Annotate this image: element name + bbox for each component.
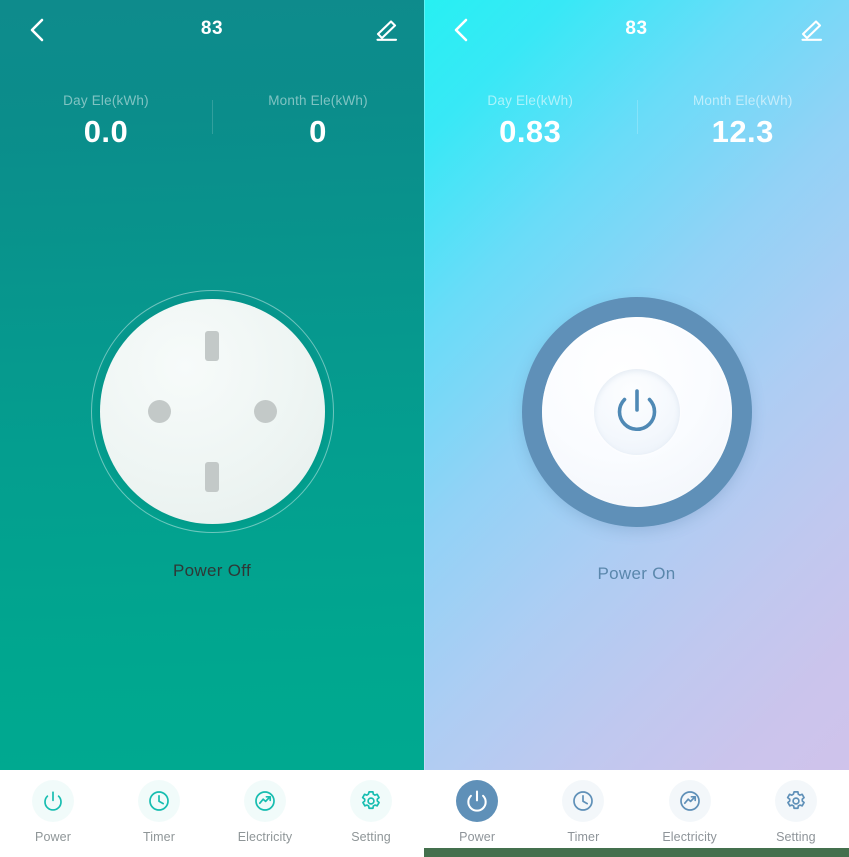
socket-pin-bottom-icon [205,462,219,492]
nav-label-setting: Setting [351,830,391,844]
nav-label-electricity: Electricity [662,830,717,844]
socket-pin-right-icon [253,400,277,423]
knob-inner-disc [541,317,732,507]
nav-bubble-timer [138,780,180,822]
power-status-label: Power Off [173,561,251,580]
nav-item-electricity[interactable]: Electricity [637,780,743,844]
gear-icon [786,791,805,810]
stats-divider [636,100,638,134]
screen-power-on: 83 Day Ele(kWh) 0.83 Month Ele(kWh) 12.3 [424,0,849,857]
power-toggle-knob[interactable] [521,297,752,527]
stat-month-energy: Month Ele(kWh) 12.3 [637,92,849,154]
stat-label-day: Day Ele(kWh) [63,93,149,108]
nav-label-power: Power [459,830,496,844]
trend-arrow-circle-icon [255,791,275,811]
page-title: 83 [200,18,224,39]
gear-icon [361,791,380,810]
nav-label-timer: Timer [567,830,600,844]
screen-power-off: 83 Day Ele(kWh) 0.0 Month Ele(kWh) 0 Pow… [0,0,424,857]
nav-label-setting: Setting [776,830,816,844]
edit-device-button[interactable] [368,11,406,49]
nav-label-electricity: Electricity [237,830,293,844]
nav-item-setting[interactable]: Setting [318,780,424,844]
back-button[interactable] [442,11,480,49]
nav-bubble-power [32,780,74,822]
stat-value-month: 0 [309,114,327,149]
trend-arrow-circle-icon [679,791,700,811]
pencil-edit-icon [801,20,823,41]
stat-label-month: Month Ele(kWh) [268,93,368,108]
stat-day-energy: Day Ele(kWh) 0.83 [424,92,637,154]
chevron-left-icon [30,18,44,42]
nav-bubble-electricity [244,780,286,822]
nav-item-power[interactable]: Power [424,780,530,844]
energy-stats-on: Day Ele(kWh) 0.83 Month Ele(kWh) 12.3 [424,92,849,154]
nav-bubble-setting [774,780,817,822]
nav-bubble-setting [350,780,392,822]
power-socket-face-icon [99,299,325,524]
nav-item-setting[interactable]: Setting [743,780,849,844]
stat-month-energy: Month Ele(kWh) 0 [212,92,424,154]
chevron-left-icon [454,18,468,42]
nav-bubble-electricity [668,780,711,822]
power-icon [467,790,487,812]
stat-label-month: Month Ele(kWh) [692,93,793,108]
stat-day-energy: Day Ele(kWh) 0.0 [0,92,212,154]
clock-icon [149,791,169,811]
page-title: 83 [625,18,648,39]
device-area-on: Power On [424,154,849,770]
nav-item-power[interactable]: Power [0,780,106,844]
nav-label-power: Power [35,830,71,844]
bottom-edge-strip [424,848,849,857]
device-area-off: Power Off [0,154,424,770]
app-header-off: 83 [0,0,424,60]
dual-screenshot-comparison: 83 Day Ele(kWh) 0.0 Month Ele(kWh) 0 Pow… [0,0,849,857]
nav-item-timer[interactable]: Timer [530,780,636,844]
stat-value-day: 0.83 [499,114,562,149]
power-icon [44,791,62,811]
power-toggle-socket[interactable] [90,290,334,533]
bottom-nav-off: Power Timer Electricity Setting [0,770,424,857]
power-icon [617,389,656,432]
socket-pin-top-icon [205,331,219,361]
clock-icon [573,791,594,811]
nav-bubble-timer [562,780,605,822]
pencil-edit-icon [376,20,398,41]
screen-content-off: 83 Day Ele(kWh) 0.0 Month Ele(kWh) 0 Pow… [0,0,424,857]
socket-pin-left-icon [147,400,171,423]
nav-label-timer: Timer [143,830,175,844]
stat-label-day: Day Ele(kWh) [487,93,574,108]
energy-stats-off: Day Ele(kWh) 0.0 Month Ele(kWh) 0 [0,92,424,154]
nav-bubble-power-active [456,780,499,822]
stats-divider [212,100,213,134]
back-button[interactable] [18,11,56,49]
knob-core [593,369,680,455]
power-status-label: Power On [597,564,676,583]
bottom-nav-on: Power Timer Electricity Setting [424,770,849,857]
app-header-on: 83 [424,0,849,60]
screen-content-on: 83 Day Ele(kWh) 0.83 Month Ele(kWh) 12.3 [424,0,849,857]
stat-value-month: 12.3 [711,114,774,149]
stat-value-day: 0.0 [83,114,129,149]
edit-device-button[interactable] [793,11,831,49]
nav-item-timer[interactable]: Timer [106,780,212,844]
nav-item-electricity[interactable]: Electricity [212,780,318,844]
